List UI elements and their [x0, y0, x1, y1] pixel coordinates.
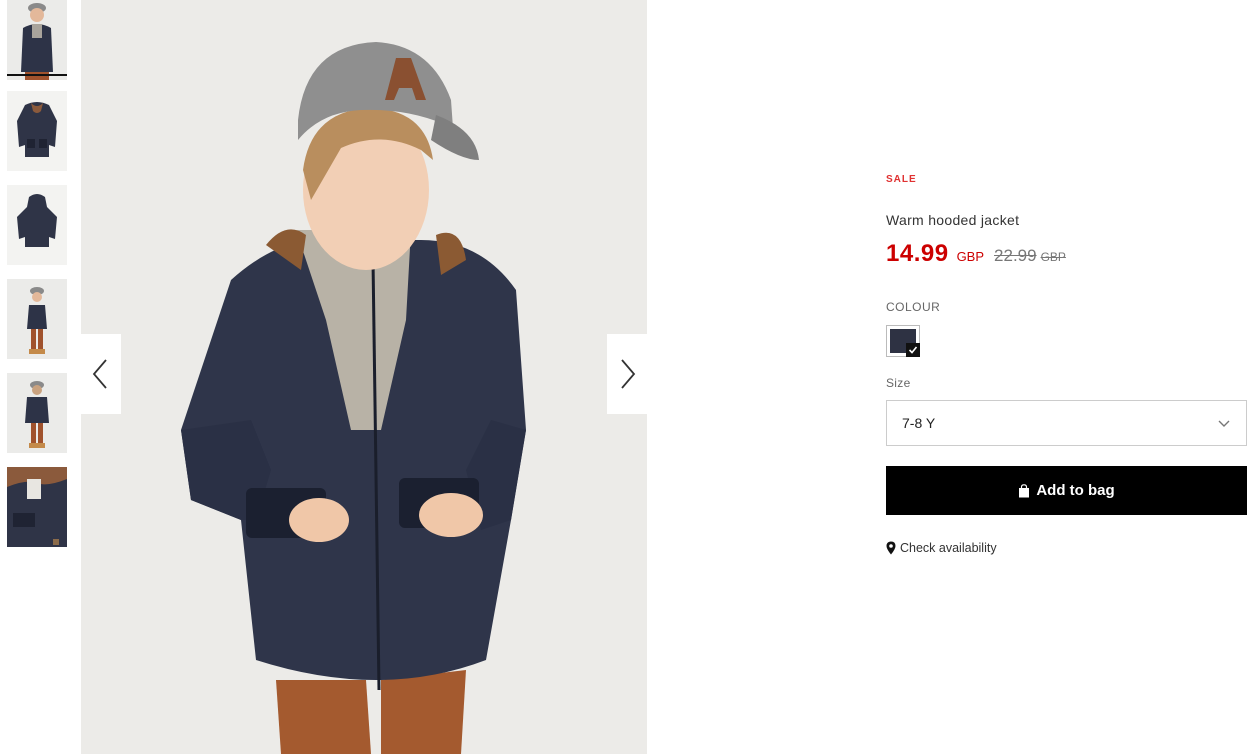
thumbnail-1[interactable] — [7, 0, 67, 80]
check-availability-label: Check availability — [900, 541, 997, 555]
chevron-left-icon — [92, 359, 107, 389]
jacket-flat-back-icon — [7, 185, 67, 265]
model-back-icon — [7, 373, 67, 453]
add-to-bag-label: Add to bag — [1036, 482, 1115, 499]
active-thumbnail-indicator — [7, 74, 67, 76]
check-availability-link[interactable]: Check availability — [886, 541, 997, 555]
colour-label: COLOUR — [886, 300, 941, 314]
checkmark-icon — [906, 343, 920, 357]
jacket-detail-icon — [7, 467, 67, 547]
selected-size: 7-8 Y — [902, 415, 936, 431]
current-price-currency: GBP — [956, 249, 985, 264]
thumbnail-3[interactable] — [7, 185, 67, 265]
original-price: 22.99 — [994, 246, 1037, 265]
price-row: 14.99 GBP 22.99 GBP — [886, 240, 1066, 268]
size-dropdown[interactable]: 7-8 Y — [886, 400, 1247, 446]
thumbnail-2[interactable] — [7, 91, 67, 171]
thumbnail-6[interactable] — [7, 467, 67, 547]
model-front-icon — [7, 0, 67, 80]
add-to-bag-button[interactable]: Add to bag — [886, 466, 1247, 515]
sale-badge: SALE — [886, 174, 917, 185]
main-product-image — [81, 0, 647, 754]
colour-swatch-navy[interactable] — [886, 325, 920, 357]
product-title: Warm hooded jacket — [886, 212, 1020, 228]
current-price: 14.99 — [886, 240, 949, 267]
jacket-flat-front-icon — [7, 91, 67, 171]
model-side-icon — [7, 279, 67, 359]
previous-image-button[interactable] — [81, 334, 121, 414]
original-price-currency: GBP — [1040, 250, 1066, 264]
product-photo — [81, 0, 647, 754]
thumbnail-5[interactable] — [7, 373, 67, 453]
size-label: Size — [886, 376, 911, 390]
shopping-bag-icon — [1019, 483, 1030, 497]
map-pin-icon — [886, 541, 896, 555]
chevron-right-icon — [621, 359, 636, 389]
next-image-button[interactable] — [607, 334, 647, 414]
chevron-down-icon — [1218, 420, 1230, 427]
thumbnail-4[interactable] — [7, 279, 67, 359]
